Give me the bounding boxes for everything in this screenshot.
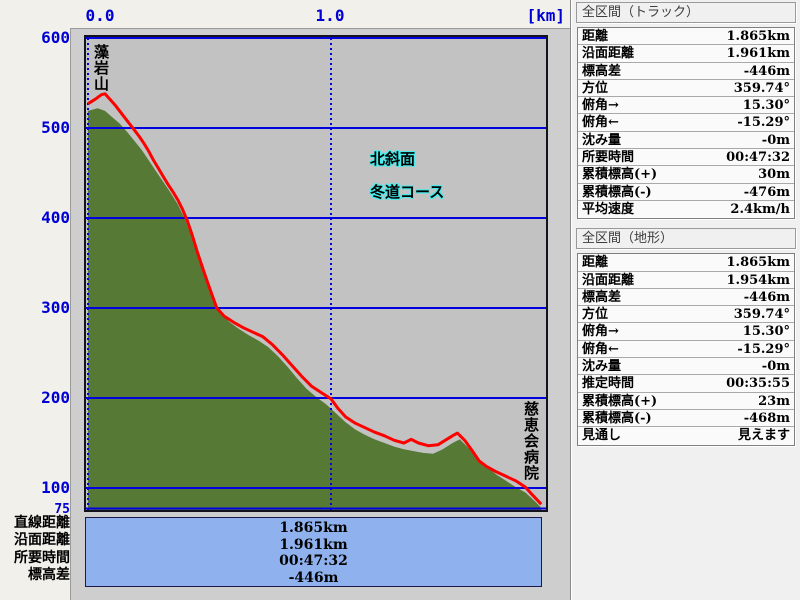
stats-row-value: 2.4km/h <box>730 201 790 218</box>
stats-row: 方位 359.74° <box>578 306 794 323</box>
y-axis-tick-500: 500 <box>0 120 70 136</box>
stats-row-label: 累積標高(+) <box>582 166 657 182</box>
stats-row: 標高差 -446m <box>578 289 794 306</box>
stats-row-value: 00:35:55 <box>726 375 790 391</box>
stats-row: 俯角← -15.29° <box>578 114 794 131</box>
stats-row-value: 1.961km <box>727 45 790 61</box>
stats-row: 沈み量 -0m <box>578 132 794 149</box>
elevation-plot-area[interactable] <box>84 35 548 512</box>
stats-row-label: 沈み量 <box>582 358 621 374</box>
stats-row: 沿面距離 1.954km <box>578 272 794 289</box>
summary-value-surface-distance: 1.961km <box>86 537 541 554</box>
stats-sidebar: 全区間（トラック） 距離1.865km沿面距離1.961km標高差-446m方位… <box>570 0 800 600</box>
stats-row: 沿面距離 1.961km <box>578 45 794 62</box>
summary-value-elapsed-time: 00:47:32 <box>86 553 541 570</box>
y-axis-tick-300: 300 <box>0 300 70 316</box>
annotation-hospital-name: 慈恵会病院 <box>521 401 542 481</box>
summary-value-straight-distance: 1.865km <box>86 520 541 537</box>
stats-row: 平均速度 2.4km/h <box>578 201 794 218</box>
stats-row: 累積標高(+) 23m <box>578 393 794 410</box>
stats-row-value: 359.74° <box>734 306 790 322</box>
annotation-peak-name: 藻岩山 <box>91 44 112 92</box>
y-axis-tick-100: 100 <box>0 480 70 496</box>
panel-title-track: 全区間（トラック） <box>576 2 796 23</box>
stats-row: 俯角← -15.29° <box>578 341 794 358</box>
stats-row: 方位 359.74° <box>578 80 794 97</box>
stats-row-label: 方位 <box>582 80 608 96</box>
stats-row-label: 俯角→ <box>582 323 619 339</box>
stats-row-label: 推定時間 <box>582 375 634 391</box>
stats-row-value: 15.30° <box>743 323 790 339</box>
stats-row-label: 沿面距離 <box>582 45 634 61</box>
elevation-profile-svg <box>86 37 546 510</box>
stats-row: 俯角→ 15.30° <box>578 97 794 114</box>
stats-row-label: 沿面距離 <box>582 272 634 288</box>
annotation-winter-course: 冬道コース <box>370 181 444 202</box>
y-axis-tick-600: 600 <box>0 30 70 46</box>
stats-row-label: 見通し <box>582 427 621 444</box>
stats-row: 沈み量 -0m <box>578 358 794 375</box>
stats-row-label: 沈み量 <box>582 132 621 148</box>
stats-row-label: 距離 <box>582 28 608 44</box>
app-window: { "chart": { "x_tick_labels": ["0.0", "1… <box>0 0 800 600</box>
stats-row-label: 方位 <box>582 306 608 322</box>
stats-row-label: 俯角→ <box>582 97 619 113</box>
stats-row-value: 1.865km <box>727 28 790 44</box>
stats-row-value: -0m <box>762 358 790 374</box>
stats-row-label: 累積標高(-) <box>582 184 652 200</box>
x-axis-tick-1km: 1.0 <box>308 6 352 25</box>
stats-row-value: 1.865km <box>727 254 790 270</box>
stats-row: 距離 1.865km <box>578 254 794 271</box>
stats-row-value: -446m <box>744 289 790 305</box>
stats-row-label: 所要時間 <box>582 149 634 165</box>
stats-row: 俯角→ 15.30° <box>578 323 794 340</box>
stats-row-value: -476m <box>744 184 790 200</box>
x-axis-tick-0km: 0.0 <box>78 6 122 25</box>
stats-row-value: 見えます <box>738 427 790 444</box>
panel-title-terrain: 全区間（地形） <box>576 228 796 249</box>
stats-row: 標高差 -446m <box>578 63 794 80</box>
stats-row: 累積標高(+) 30m <box>578 166 794 183</box>
stats-row-value: 23m <box>758 393 790 409</box>
stats-row-label: 俯角← <box>582 114 619 130</box>
stats-row-label: 標高差 <box>582 63 621 79</box>
summary-value-box: 1.865km 1.961km 00:47:32 -446m <box>85 517 542 587</box>
stats-row: 所要時間 00:47:32 <box>578 149 794 166</box>
stats-row-value: -468m <box>744 410 790 426</box>
stats-table-track: 距離1.865km沿面距離1.961km標高差-446m方位359.74°俯角→… <box>577 27 795 219</box>
stats-row-value: 359.74° <box>734 80 790 96</box>
annotation-north-slope: 北斜面 <box>370 148 415 169</box>
elevation-profile-region: 0.0 1.0 [km] 600 500 400 300 200 100 75 … <box>0 0 570 600</box>
stats-row: 累積標高(-) -468m <box>578 410 794 427</box>
summary-label-surface-distance: 沿面距離 <box>0 532 70 549</box>
stats-row-label: 距離 <box>582 254 608 270</box>
y-axis-tick-400: 400 <box>0 210 70 226</box>
summary-value-elevation-diff: -446m <box>86 570 541 587</box>
stats-row-label: 累積標高(+) <box>582 393 657 409</box>
stats-row-value: -15.29° <box>737 341 790 357</box>
x-axis-unit-label: [km] <box>503 6 565 25</box>
stats-row: 見通し 見えます <box>578 427 794 444</box>
stats-table-terrain: 距離1.865km沿面距離1.954km標高差-446m方位359.74°俯角→… <box>577 253 795 445</box>
stats-row: 累積標高(-) -476m <box>578 184 794 201</box>
y-axis-tick-200: 200 <box>0 390 70 406</box>
stats-row-value: -0m <box>762 132 790 148</box>
stats-row-value: -446m <box>744 63 790 79</box>
stats-row: 距離 1.865km <box>578 28 794 45</box>
stats-row-value: 00:47:32 <box>726 149 790 165</box>
stats-row-label: 標高差 <box>582 289 621 305</box>
stats-row-value: 15.30° <box>743 97 790 113</box>
stats-row: 推定時間 00:35:55 <box>578 375 794 392</box>
stats-row-label: 俯角← <box>582 341 619 357</box>
summary-label-elevation-diff: 標高差 <box>0 567 70 584</box>
stats-row-value: 1.954km <box>727 272 790 288</box>
stats-row-label: 累積標高(-) <box>582 410 652 426</box>
summary-label-elapsed-time: 所要時間 <box>0 550 70 567</box>
stats-row-value: -15.29° <box>737 114 790 130</box>
stats-row-label: 平均速度 <box>582 201 634 218</box>
stats-row-value: 30m <box>758 166 790 182</box>
summary-label-straight-distance: 直線距離 <box>0 515 70 532</box>
